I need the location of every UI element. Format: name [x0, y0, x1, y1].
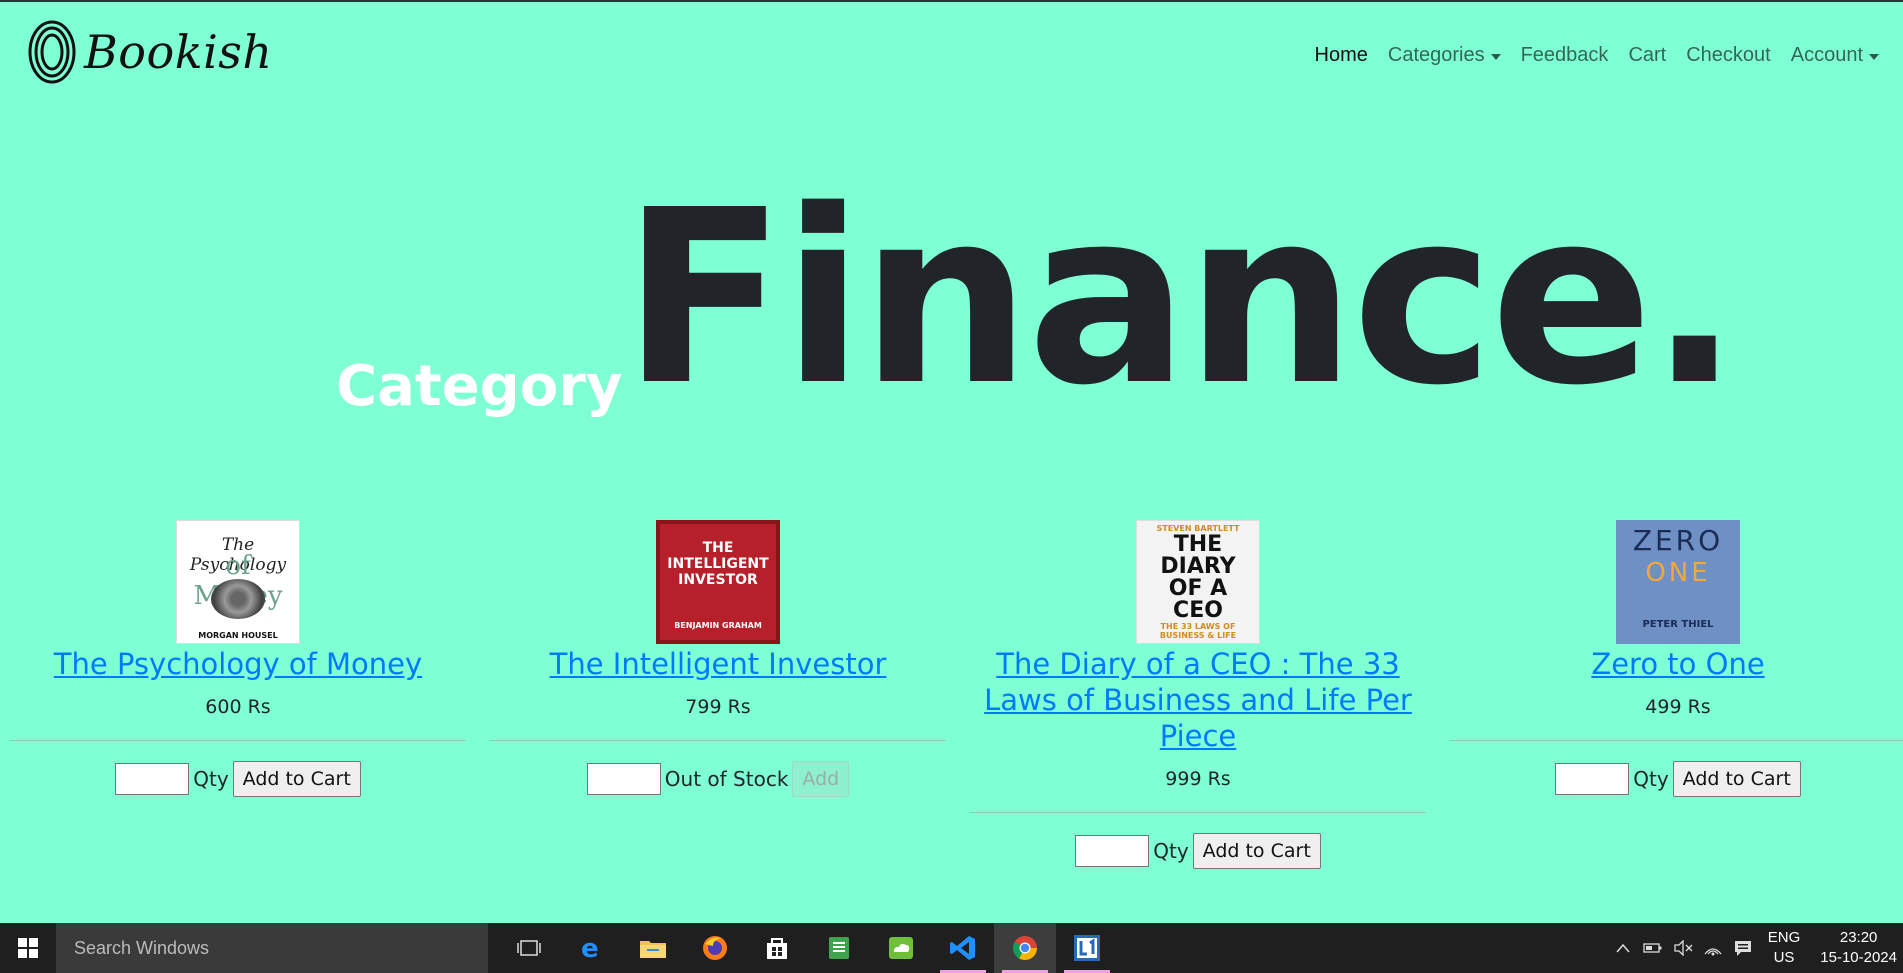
divider [490, 740, 946, 741]
notifications-icon[interactable] [1728, 923, 1758, 973]
edge-icon[interactable]: e [560, 923, 622, 973]
main-nav: Home Categories Feedback Cart Checkout A… [1305, 44, 1889, 67]
file-explorer-icon[interactable] [622, 923, 684, 973]
windows-logo-icon [18, 938, 38, 958]
product-title-link[interactable]: Zero to One [1450, 646, 1903, 682]
svg-text:e: e [581, 935, 599, 961]
product-card: STEVEN BARTLETT THE DIARY OF A CEO THE 33 L… [970, 520, 1426, 869]
clock[interactable]: 23:20 15-10-2024 [1810, 928, 1903, 968]
cover-text: ZERO [1632, 524, 1724, 557]
cover-art [211, 579, 265, 619]
nav-categories-dropdown[interactable]: Categories [1378, 44, 1511, 67]
cart-controls: Qty Add to Cart [970, 833, 1426, 869]
divider [1450, 740, 1903, 741]
clock-time: 23:20 [1839, 929, 1878, 946]
notes-app-icon[interactable] [808, 923, 870, 973]
book-cover-image[interactable]: STEVEN BARTLETT THE DIARY OF A CEO THE 33 L… [1136, 520, 1260, 644]
add-to-cart-button[interactable]: Add to Cart [232, 761, 361, 797]
nav-feedback[interactable]: Feedback [1511, 44, 1619, 67]
windows-taskbar: e [0, 923, 1903, 973]
chrome-icon[interactable] [994, 923, 1056, 973]
nav-categories-label: Categories [1387, 44, 1485, 66]
nav-account-dropdown[interactable]: Account [1781, 44, 1889, 67]
stock-label: Out of Stock [664, 767, 789, 791]
cart-controls: Out of Stock Add [490, 761, 946, 797]
cover-text: ONE [1645, 558, 1711, 588]
search-input[interactable] [72, 936, 476, 960]
language-indicator[interactable]: ENG US [1758, 928, 1811, 968]
quantity-input[interactable] [1075, 835, 1150, 867]
product-title-link[interactable]: The Diary of a CEO : The 33 Laws of Busi… [970, 646, 1426, 754]
add-to-cart-button[interactable]: Add to Cart [1672, 761, 1801, 797]
product-title-link[interactable]: The Intelligent Investor [490, 646, 946, 682]
cover-subtitle: THE 33 LAWS OF BUSINESS & LIFE [1159, 622, 1237, 640]
nav-cart[interactable]: Cart [1618, 44, 1676, 67]
stock-label: Qty [1633, 767, 1669, 791]
quantity-input[interactable] [586, 763, 661, 795]
chevron-up-icon[interactable] [1608, 923, 1638, 973]
top-border [0, 0, 1903, 2]
quantity-input[interactable] [115, 763, 190, 795]
product-title-link[interactable]: The Psychology of Money [10, 646, 466, 682]
taskbar-search[interactable] [56, 923, 488, 973]
divider [970, 812, 1426, 813]
firefox-icon[interactable] [684, 923, 746, 973]
product-price: 799 Rs [685, 696, 751, 718]
cover-author: MORGAN HOUSEL [198, 631, 278, 640]
caret-down-icon [1869, 53, 1879, 60]
quantity-input[interactable] [1555, 763, 1630, 795]
book-cover-image[interactable]: THE INTELLIGENT INVESTOR BENJAMIN GRAHAM [656, 520, 780, 644]
launcher-app-icon[interactable] [1056, 923, 1118, 973]
category-title: Finance. [622, 158, 1740, 438]
product-card: ZERO ONE PETER THIEL Zero to One 499 Rs … [1450, 520, 1903, 797]
product-card: The Psychology of Money MORGAN HOUSEL Th… [10, 520, 466, 797]
store-icon[interactable] [746, 923, 808, 973]
cover-text: THE DIARY OF A CEO [1160, 532, 1236, 623]
product-price: 999 Rs [1165, 768, 1231, 790]
nav-checkout[interactable]: Checkout [1676, 44, 1781, 67]
add-to-cart-button[interactable]: Add to Cart [1192, 833, 1321, 869]
cart-controls: Qty Add to Cart [1450, 761, 1903, 797]
taskbar-apps: e [498, 923, 1118, 973]
cart-controls: Qty Add to Cart [10, 761, 466, 797]
book-cover-image[interactable]: The Psychology of Money MORGAN HOUSEL [176, 520, 300, 644]
add-button-disabled: Add [792, 761, 850, 797]
caret-down-icon [1490, 53, 1501, 60]
bookish-logo-icon [28, 20, 76, 84]
system-tray: ENG US 23:20 15-10-2024 [1608, 923, 1903, 973]
nav-home[interactable]: Home [1305, 44, 1378, 67]
divider [10, 740, 466, 741]
brand-name: Bookish [84, 25, 273, 79]
category-label: Category [336, 354, 623, 419]
stock-label: Qty [1153, 839, 1189, 863]
product-card: THE INTELLIGENT INVESTOR BENJAMIN GRAHAM T… [490, 520, 946, 797]
volume-muted-icon[interactable] [1668, 923, 1698, 973]
battery-icon[interactable] [1638, 923, 1668, 973]
start-button[interactable] [0, 923, 56, 973]
product-price: 499 Rs [1645, 696, 1711, 718]
brand[interactable]: Bookish [28, 20, 273, 84]
vscode-icon[interactable] [932, 923, 994, 973]
cover-author: BENJAMIN GRAHAM [674, 621, 762, 630]
nav-account-label: Account [1790, 44, 1863, 66]
clock-date: 15-10-2024 [1820, 949, 1897, 966]
stock-label: Qty [193, 767, 229, 791]
cloud-app-icon[interactable] [870, 923, 932, 973]
cover-author: PETER THIEL [1642, 619, 1714, 630]
product-price: 600 Rs [205, 696, 271, 718]
book-cover-image[interactable]: ZERO ONE PETER THIEL [1616, 520, 1740, 644]
wifi-icon[interactable] [1698, 923, 1728, 973]
task-view-icon[interactable] [498, 923, 560, 973]
cover-text: THE INTELLIGENT INVESTOR [667, 540, 769, 588]
